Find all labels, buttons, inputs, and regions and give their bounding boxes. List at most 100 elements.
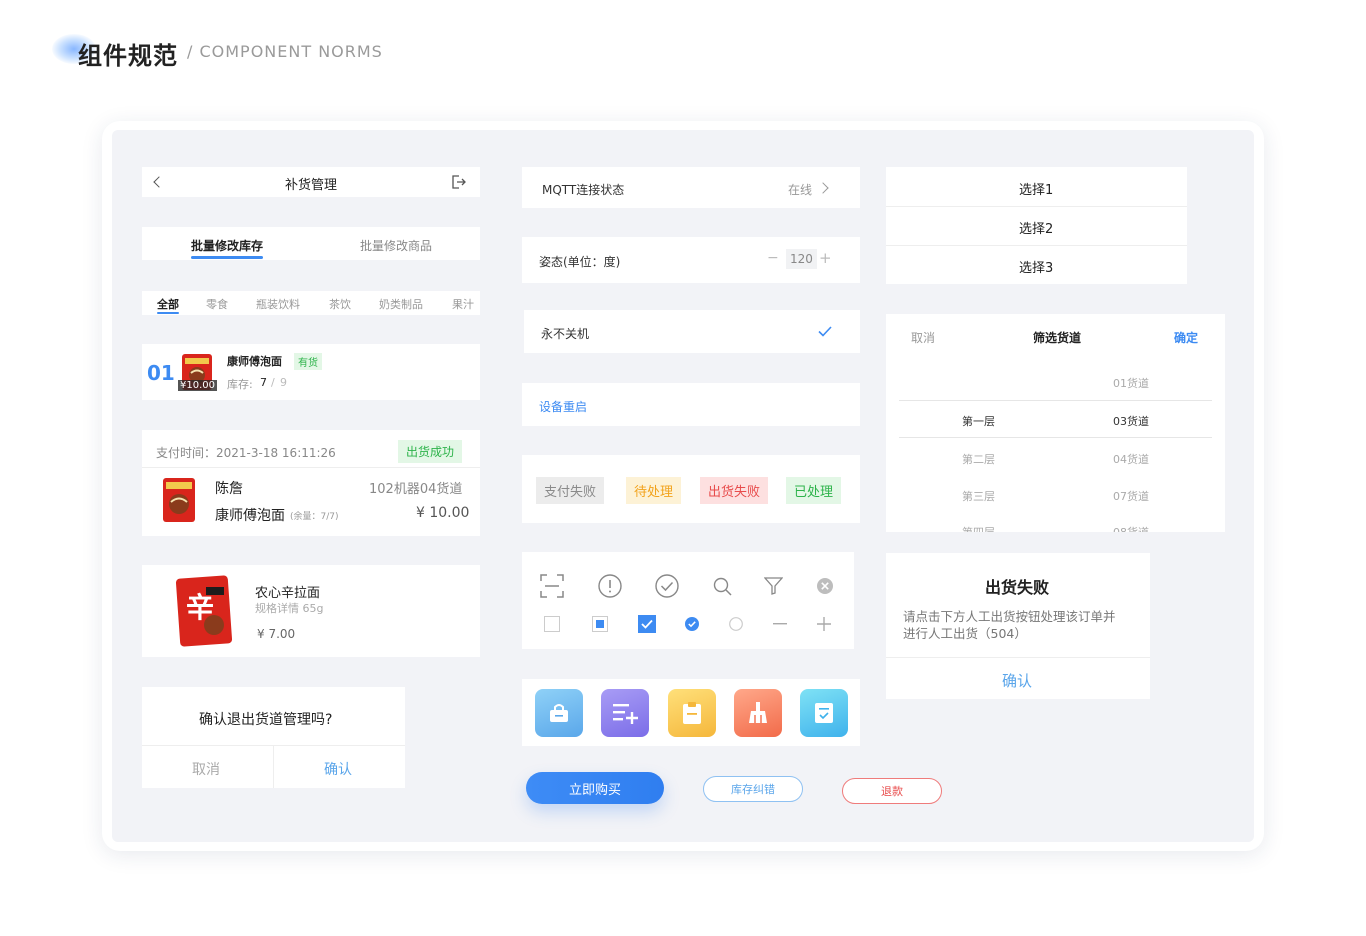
buy-now-button[interactable]: 立即购买 xyxy=(526,772,664,804)
divider xyxy=(886,657,1150,658)
app-icons-card xyxy=(522,679,860,746)
category-snacks[interactable]: 零食 xyxy=(206,296,228,312)
category-dairy[interactable]: 奶类制品 xyxy=(379,296,423,312)
tab-batch-product[interactable]: 批量修改商品 xyxy=(360,237,432,254)
mqtt-row[interactable]: MQTT连接状态 在线 xyxy=(522,167,860,208)
check-circle-icon xyxy=(655,574,679,598)
option-2[interactable]: 选择2 xyxy=(1019,218,1053,237)
order-status-badge: 出货成功 xyxy=(398,440,463,463)
dialog-question: 确认退出货道管理吗? xyxy=(199,712,333,728)
picker-row-right[interactable]: 01货道 xyxy=(1113,375,1149,391)
scan-icon[interactable] xyxy=(540,574,564,598)
option-3[interactable]: 选择3 xyxy=(1019,257,1053,276)
picker-confirm-button[interactable]: 确定 xyxy=(1174,329,1198,346)
order-card[interactable]: 支付时间：2021-3-18 16:11:26 出货成功 陈詹 102机器04货… xyxy=(142,430,480,536)
divider xyxy=(886,245,1187,246)
stepper-plus-button[interactable]: + xyxy=(819,249,832,267)
picker-row-right[interactable]: 07货道 xyxy=(1113,488,1149,504)
checkbox-checked-icon[interactable] xyxy=(638,615,656,633)
product-name: 康师傅泡面 xyxy=(227,355,282,368)
order-product-image xyxy=(160,476,198,524)
page-subtitle: / COMPONENT NORMS xyxy=(187,42,383,61)
tab-batch-stock[interactable]: 批量修改库存 xyxy=(191,237,263,254)
dialog-cancel-button[interactable]: 取消 xyxy=(192,759,220,779)
plus-icon[interactable] xyxy=(817,617,831,631)
checkmark-icon xyxy=(818,326,832,337)
radio-checked-icon[interactable] xyxy=(685,617,699,631)
category-all[interactable]: 全部 xyxy=(157,296,179,312)
stock-value: 7 xyxy=(260,376,267,389)
tab-bar: 批量修改库存 批量修改商品 xyxy=(142,227,480,260)
picker-row-right[interactable]: 04货道 xyxy=(1113,451,1149,467)
fail-dialog-body-line2: 进行人工出货（504） xyxy=(903,626,1027,641)
broom-icon[interactable] xyxy=(734,689,782,737)
order-time: 支付时间：2021-3-18 16:11:26 xyxy=(156,446,336,460)
price-tag: ¥10.00 xyxy=(178,380,217,391)
tag-processed: 已处理 xyxy=(786,477,842,504)
search-icon[interactable] xyxy=(713,577,732,596)
option-list: 选择1 选择2 选择3 xyxy=(886,167,1187,284)
tag-dispense-failed: 出货失败 xyxy=(700,477,769,504)
attitude-row: 姿态(单位：度) − 120 + xyxy=(522,237,860,283)
restart-button[interactable]: 设备重启 xyxy=(539,398,587,415)
stock-label: 库存: xyxy=(227,378,253,391)
page-title: 组件规范 xyxy=(78,42,178,70)
picker-row-left-selected[interactable]: 第一层 xyxy=(962,413,995,429)
filter-icon[interactable] xyxy=(764,577,783,595)
mqtt-label: MQTT连接状态 xyxy=(542,183,625,197)
divider xyxy=(273,746,274,788)
tag-payment-failed: 支付失败 xyxy=(536,477,605,504)
stock-correction-button[interactable]: 库存纠错 xyxy=(703,776,803,802)
stepper-minus-button[interactable]: − xyxy=(767,250,779,266)
picker-title: 筛选货道 xyxy=(1033,331,1082,345)
refund-button[interactable]: 退款 xyxy=(842,778,942,804)
product-card[interactable]: 辛 农心辛拉面 规格详情 65g ¥ 7.00 xyxy=(142,565,480,657)
mqtt-status: 在线 xyxy=(788,183,813,197)
picker-row-right[interactable]: 08货道 xyxy=(1113,524,1149,532)
picker-row-left[interactable]: 第二层 xyxy=(962,451,995,467)
dispense-fail-dialog: 出货失败 请点击下方人工出货按钮处理该订单并 进行人工出货（504） 确认 xyxy=(886,553,1150,699)
order-customer: 陈詹 xyxy=(215,481,243,497)
tag-pending: 待处理 xyxy=(626,477,682,504)
divider xyxy=(142,467,480,468)
in-stock-badge: 有货 xyxy=(294,353,322,370)
attitude-label: 姿态(单位：度) xyxy=(539,255,621,269)
dialog-confirm-button[interactable]: 确认 xyxy=(324,759,352,779)
picker-selection-line xyxy=(899,437,1212,438)
clipboard-icon[interactable] xyxy=(668,689,716,737)
restart-row[interactable]: 设备重启 xyxy=(522,383,860,426)
bag-icon[interactable] xyxy=(535,689,583,737)
checkbox-empty-icon[interactable] xyxy=(544,616,560,632)
exit-icon[interactable] xyxy=(451,175,466,189)
list-add-icon[interactable] xyxy=(601,689,649,737)
icon-set-card xyxy=(522,552,854,649)
stock-total: 9 xyxy=(280,376,287,389)
category-bottled[interactable]: 瓶装饮料 xyxy=(256,296,300,312)
product-title: 农心辛拉面 xyxy=(255,586,321,601)
checkbox-partial-icon[interactable] xyxy=(592,616,608,632)
close-circle-icon[interactable] xyxy=(816,577,834,595)
picker-row-right-selected[interactable]: 03货道 xyxy=(1113,413,1149,429)
stepper-value[interactable]: 120 xyxy=(786,249,817,269)
minus-icon[interactable] xyxy=(773,623,787,625)
radio-empty-icon[interactable] xyxy=(729,617,743,631)
status-tags-card: 支付失败 待处理 出货失败 已处理 xyxy=(522,455,860,523)
order-product-name: 康师傅泡面 xyxy=(215,508,285,524)
nav-bar: 补货管理 xyxy=(142,167,480,197)
picker-cancel-button[interactable]: 取消 xyxy=(911,329,935,346)
doc-check-icon[interactable] xyxy=(800,689,848,737)
option-1[interactable]: 选择1 xyxy=(1019,179,1053,198)
picker-row-left[interactable]: 第三层 xyxy=(962,488,995,504)
never-off-row[interactable]: 永不关机 xyxy=(524,310,860,353)
stock-separator: / xyxy=(271,376,275,389)
order-machine: 102机器04货道 xyxy=(369,482,463,497)
order-price: ¥ 10.00 xyxy=(416,505,470,521)
chevron-left-icon[interactable] xyxy=(153,176,165,188)
fail-dialog-confirm-button[interactable]: 确认 xyxy=(1002,670,1032,691)
category-bar: 全部 零食 瓶装饮料 茶饮 奶类制品 果汁 xyxy=(142,291,480,315)
product-price: ¥ 7.00 xyxy=(257,627,296,641)
category-tea[interactable]: 茶饮 xyxy=(329,296,351,312)
category-juice[interactable]: 果汁 xyxy=(452,296,474,312)
slot-item-card[interactable]: 01 ¥10.00 康师傅泡面 有货 库存: 7 / 9 xyxy=(142,344,480,400)
picker-row-left[interactable]: 第四层 xyxy=(962,524,995,532)
